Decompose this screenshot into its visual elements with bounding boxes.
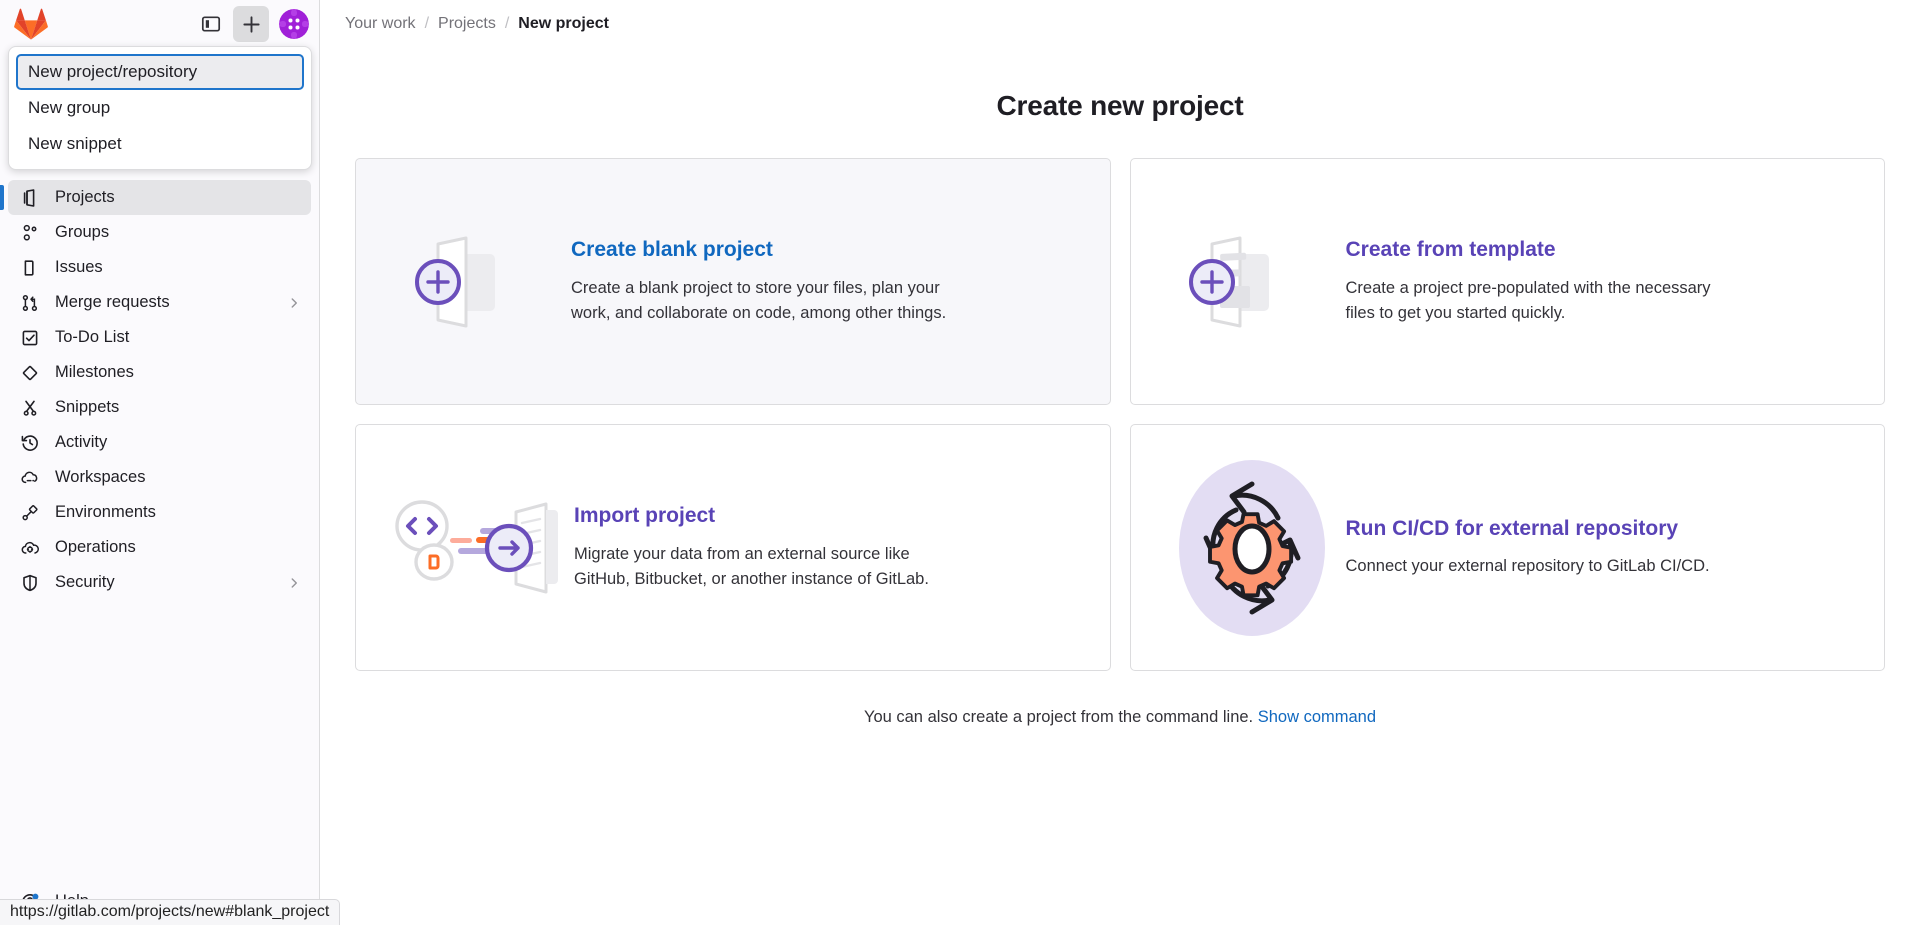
command-line-text: You can also create a project from the c… (864, 708, 1253, 726)
card-title: Create blank project (571, 237, 965, 263)
cloud-workspace-icon (20, 468, 40, 488)
sidebar-item-label: Workspaces (55, 469, 301, 486)
template-project-icon (1178, 226, 1326, 338)
page-title: Create new project (355, 90, 1885, 122)
shield-icon (20, 573, 40, 593)
environment-icon (20, 503, 40, 523)
sidebar-item-label: Operations (55, 539, 301, 556)
sidebar-item-label: Snippets (55, 399, 301, 416)
status-url-tooltip: https://gitlab.com/projects/new#blank_pr… (0, 899, 340, 925)
project-icon (20, 188, 40, 208)
card-create-blank-project[interactable]: Create blank project Create a blank proj… (355, 158, 1111, 405)
breadcrumb-current: New project (518, 15, 609, 33)
group-icon (20, 223, 40, 243)
breadcrumb-separator: / (505, 15, 509, 33)
gitlab-logo[interactable] (14, 7, 48, 41)
sidebar-item-label: Security (55, 574, 287, 591)
sidebar-item-workspaces[interactable]: Workspaces (8, 460, 311, 495)
sidebar-item-label: Environments (55, 504, 301, 521)
card-title: Import project (574, 503, 968, 529)
sidebar-item-label: Groups (55, 224, 301, 241)
avatar[interactable] (279, 9, 309, 39)
chevron-right-icon (287, 296, 301, 310)
sidebar-item-label: Issues (55, 259, 301, 276)
sidebar-item-label: Projects (55, 189, 301, 206)
card-import-project[interactable]: Import project Migrate your data from an… (355, 424, 1111, 671)
card-title: Create from template (1346, 237, 1740, 263)
card-body: Import project Migrate your data from an… (568, 503, 968, 591)
plus-icon (241, 14, 262, 35)
sidebar-item-label: Merge requests (55, 294, 287, 311)
card-title: Run CI/CD for external repository (1346, 516, 1710, 542)
card-description: Create a blank project to store your fil… (571, 276, 965, 326)
gitlab-new-project-page: New project/repository New group New sni… (0, 0, 1920, 925)
sidebar-toggle-button[interactable] (193, 6, 229, 42)
sidebar-toggle-icon (201, 14, 221, 34)
history-clock-icon (20, 433, 40, 453)
sidebar-item-todo-list[interactable]: To-Do List (8, 320, 311, 355)
sidebar-item-operations[interactable]: Operations (8, 530, 311, 565)
show-command-link[interactable]: Show command (1258, 708, 1376, 726)
snippet-scissors-icon (20, 398, 40, 418)
sidebar-item-groups[interactable]: Groups (8, 215, 311, 250)
card-run-cicd-external-repo[interactable]: Run CI/CD for external repository Connec… (1130, 424, 1886, 671)
project-type-grid: Create blank project Create a blank proj… (355, 158, 1885, 671)
card-create-from-template[interactable]: Create from template Create a project pr… (1130, 158, 1886, 405)
import-project-icon (390, 490, 568, 606)
todo-check-icon (20, 328, 40, 348)
sidebar-item-milestones[interactable]: Milestones (8, 355, 311, 390)
cicd-gear-icon (1172, 458, 1332, 638)
card-body: Create blank project Create a blank proj… (565, 237, 965, 325)
sidebar-item-merge-requests[interactable]: Merge requests (8, 285, 311, 320)
breadcrumb-your-work[interactable]: Your work (345, 15, 416, 33)
sidebar-item-activity[interactable]: Activity (8, 425, 311, 460)
operations-cloud-icon (20, 538, 40, 558)
sidebar-toolbar (0, 0, 319, 48)
page-content: Create new project Create blank project (320, 48, 1920, 925)
dropdown-item-label: New snippet (28, 134, 122, 154)
breadcrumb-projects[interactable]: Projects (438, 15, 496, 33)
main-content: Your work / Projects / New project Creat… (320, 0, 1920, 925)
dropdown-item-new-snippet[interactable]: New snippet (16, 126, 304, 162)
card-icon-wrap (390, 490, 568, 606)
card-description: Connect your external repository to GitL… (1346, 554, 1710, 579)
sidebar-item-label: Milestones (55, 364, 301, 381)
sidebar-item-projects[interactable]: Projects (8, 180, 311, 215)
create-new-dropdown: New project/repository New group New sni… (8, 46, 312, 170)
dropdown-item-label: New project/repository (28, 62, 197, 82)
breadcrumb: Your work / Projects / New project (320, 0, 1920, 48)
issues-icon (20, 258, 40, 278)
sidebar: New project/repository New group New sni… (0, 0, 320, 925)
command-line-note: You can also create a project from the c… (355, 708, 1885, 727)
card-icon-wrap (1165, 458, 1340, 638)
blank-project-icon (404, 226, 552, 338)
card-icon-wrap (390, 226, 565, 338)
breadcrumb-separator: / (425, 15, 429, 33)
sidebar-nav: Projects Groups Issues (0, 180, 319, 884)
sidebar-item-label: To-Do List (55, 329, 301, 346)
card-description: Create a project pre-populated with the … (1346, 276, 1740, 326)
milestone-icon (20, 363, 40, 383)
merge-request-icon (20, 293, 40, 313)
sidebar-item-issues[interactable]: Issues (8, 250, 311, 285)
dropdown-item-label: New group (28, 98, 110, 118)
sidebar-item-label: Activity (55, 434, 301, 451)
create-new-button[interactable] (233, 6, 269, 42)
sidebar-item-snippets[interactable]: Snippets (8, 390, 311, 425)
card-body: Run CI/CD for external repository Connec… (1340, 516, 1710, 579)
sidebar-item-security[interactable]: Security (8, 565, 311, 600)
card-icon-wrap (1165, 226, 1340, 338)
chevron-right-icon (287, 576, 301, 590)
card-body: Create from template Create a project pr… (1340, 237, 1740, 325)
sidebar-item-environments[interactable]: Environments (8, 495, 311, 530)
dropdown-item-new-group[interactable]: New group (16, 90, 304, 126)
card-description: Migrate your data from an external sourc… (574, 542, 968, 592)
dropdown-item-new-project[interactable]: New project/repository (16, 54, 304, 90)
